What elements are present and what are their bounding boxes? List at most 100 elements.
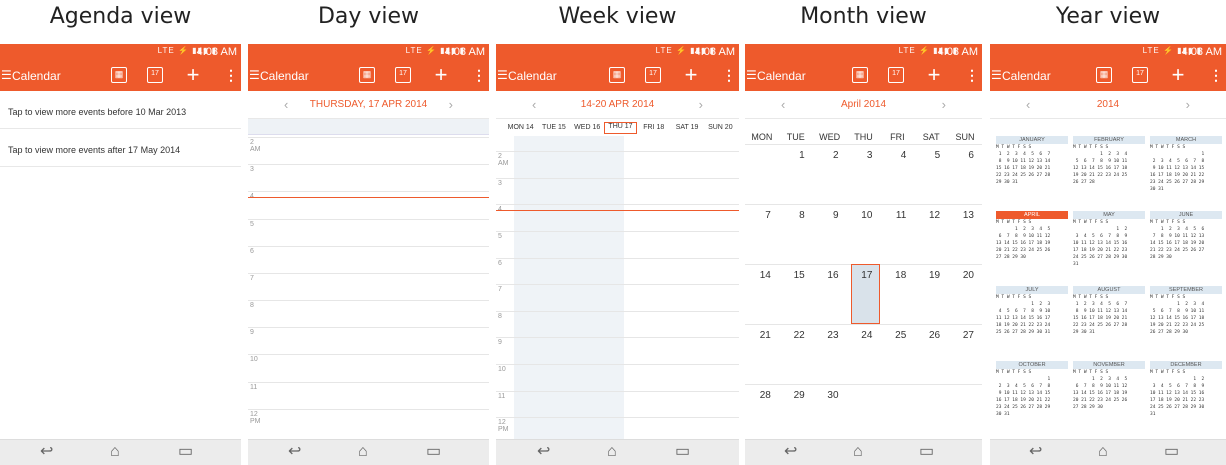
year-month-cell[interactable]: JULY M T W T F S S 1 2 3 4 5 6 7 8 9 10 1… — [996, 286, 1068, 366]
year-month-cell[interactable]: SEPTEMBER M T W T F S S 1 2 3 4 5 6 7 8 9… — [1150, 286, 1222, 366]
year-month-cell[interactable]: OCTOBER M T W T F S S 1 2 3 4 5 6 7 8 9 1… — [996, 361, 1068, 441]
week-day-label[interactable]: WED 16 — [571, 124, 604, 131]
month-day[interactable]: 9 — [813, 210, 839, 221]
week-day-label[interactable]: MON 14 — [504, 124, 537, 131]
year-month-cell[interactable]: MARCH M T W T F S S 1 2 3 4 5 6 7 8 9 10 … — [1150, 136, 1222, 216]
week-day-label[interactable]: SUN 20 — [704, 124, 737, 131]
overflow-menu-icon[interactable]: ⋮ — [1208, 67, 1224, 83]
month-day[interactable]: 7 — [745, 210, 771, 221]
view-switch-icon[interactable]: ▦ — [111, 67, 127, 83]
menu-icon[interactable]: ☰ — [497, 69, 508, 81]
back-button-icon[interactable]: ↩ — [40, 444, 53, 460]
month-day[interactable]: 19 — [914, 270, 940, 281]
week-day-label[interactable]: THU 17 — [603, 122, 638, 134]
month-day[interactable]: 25 — [880, 330, 906, 341]
back-button-icon[interactable]: ↩ — [288, 444, 301, 460]
back-button-icon[interactable]: ↩ — [537, 444, 550, 460]
add-event-icon[interactable]: + — [926, 64, 942, 86]
month-day[interactable]: 4 — [880, 150, 907, 161]
add-event-icon[interactable]: + — [433, 64, 449, 86]
recents-button-icon[interactable]: ▭ — [919, 444, 934, 460]
month-day[interactable]: 22 — [779, 330, 805, 341]
home-button-icon[interactable]: ⌂ — [607, 444, 617, 460]
month-day[interactable]: 16 — [813, 270, 838, 281]
month-day[interactable]: 11 — [880, 210, 906, 221]
month-day[interactable]: 13 — [948, 210, 974, 221]
month-name: OCTOBER — [996, 361, 1068, 369]
month-day[interactable]: 23 — [813, 330, 838, 341]
home-button-icon[interactable]: ⌂ — [110, 444, 120, 460]
year-month-cell[interactable]: DECEMBER M T W T F S S 1 2 3 4 5 6 7 8 9 … — [1150, 361, 1222, 441]
today-icon[interactable]: 17 — [395, 67, 411, 83]
month-day[interactable]: 15 — [779, 270, 805, 281]
menu-icon[interactable]: ☰ — [746, 69, 757, 81]
month-name: MAY — [1073, 211, 1145, 219]
year-month-cell[interactable]: APRIL M T W T F S S 1 2 3 4 5 6 7 8 9 10 … — [996, 211, 1068, 291]
view-switch-icon[interactable]: ▦ — [1096, 67, 1112, 83]
home-button-icon[interactable]: ⌂ — [358, 444, 368, 460]
add-event-icon[interactable]: + — [185, 64, 201, 86]
overflow-menu-icon[interactable]: ⋮ — [964, 67, 980, 83]
view-switch-icon[interactable]: ▦ — [359, 67, 375, 83]
recents-button-icon[interactable]: ▭ — [178, 444, 193, 460]
back-button-icon[interactable]: ↩ — [784, 444, 797, 460]
month-day[interactable]: 18 — [880, 270, 906, 281]
month-day[interactable]: 8 — [779, 210, 805, 221]
month-day[interactable]: 24 — [847, 330, 872, 341]
hour-label: 6 — [250, 247, 254, 255]
year-month-cell[interactable]: MAY M T W T F S S 1 2 3 4 5 6 7 8 9 10 11… — [1073, 211, 1145, 291]
week-day-label[interactable]: FRI 18 — [637, 124, 670, 131]
month-day[interactable]: 17 — [847, 270, 872, 281]
month-day[interactable]: 3 — [847, 150, 873, 161]
agenda-load-more[interactable]: Tap to view more events before 10 Mar 20… — [0, 91, 241, 129]
month-day[interactable]: 30 — [813, 390, 838, 401]
recents-button-icon[interactable]: ▭ — [1164, 444, 1179, 460]
year-month-cell[interactable]: FEBRUARY M T W T F S S 1 2 3 4 5 6 7 8 9 … — [1073, 136, 1145, 216]
add-event-icon[interactable]: + — [1170, 64, 1186, 86]
phone-screen: LTE ⚡ ▮▮▮ ▮ 4:08 AM ☰ Calendar ▦ 17 + ⋮ ↩ ⌂ ▭ ‹ › 201… — [990, 44, 1226, 465]
year-month-cell[interactable]: NOVEMBER M T W T F S S 1 2 3 4 5 6 7 8 9 … — [1073, 361, 1145, 441]
menu-icon[interactable]: ☰ — [249, 69, 260, 81]
overflow-menu-icon[interactable]: ⋮ — [721, 67, 737, 83]
week-day-label[interactable]: TUE 15 — [537, 124, 570, 131]
week-day-label[interactable]: SAT 19 — [670, 124, 703, 131]
today-icon[interactable]: 17 — [888, 67, 904, 83]
month-day[interactable]: 6 — [948, 150, 974, 161]
today-icon[interactable]: 17 — [645, 67, 661, 83]
add-event-icon[interactable]: + — [683, 64, 699, 86]
month-day[interactable]: 14 — [745, 270, 771, 281]
app-title: Calendar — [508, 69, 557, 83]
panel-year: Year view LTE ⚡ ▮▮▮ ▮ 4:08 AM ☰ Calendar ▦ 17 +… — [990, 0, 1226, 465]
year-month-cell[interactable]: AUGUST M T W T F S S 1 2 3 4 5 6 7 8 9 10… — [1073, 286, 1145, 366]
month-day[interactable]: 20 — [948, 270, 974, 281]
month-day[interactable]: 12 — [914, 210, 940, 221]
month-day[interactable]: 21 — [745, 330, 771, 341]
overflow-menu-icon[interactable]: ⋮ — [223, 67, 239, 83]
hour-row — [496, 417, 739, 419]
menu-icon[interactable]: ☰ — [1, 69, 12, 81]
home-button-icon[interactable]: ⌂ — [1098, 444, 1108, 460]
month-day[interactable]: 29 — [779, 390, 805, 401]
year-month-cell[interactable]: JANUARY M T W T F S S 1 2 3 4 5 6 7 8 9 1… — [996, 136, 1068, 216]
agenda-load-more[interactable]: Tap to view more events after 17 May 201… — [0, 129, 241, 167]
year-month-cell[interactable]: JUNE M T W T F S S 1 2 3 4 5 6 7 8 9 10 1… — [1150, 211, 1222, 291]
hour-row — [496, 204, 739, 206]
today-icon[interactable]: 17 — [1132, 67, 1148, 83]
recents-button-icon[interactable]: ▭ — [426, 444, 441, 460]
month-day[interactable]: 26 — [914, 330, 940, 341]
month-day[interactable]: 2 — [813, 150, 839, 161]
home-button-icon[interactable]: ⌂ — [853, 444, 863, 460]
hour-label: 7 — [250, 274, 254, 282]
back-button-icon[interactable]: ↩ — [1029, 444, 1042, 460]
view-switch-icon[interactable]: ▦ — [852, 67, 868, 83]
view-switch-icon[interactable]: ▦ — [609, 67, 625, 83]
overflow-menu-icon[interactable]: ⋮ — [471, 67, 487, 83]
month-day[interactable]: 10 — [847, 210, 872, 221]
month-day[interactable]: 28 — [745, 390, 771, 401]
month-day[interactable]: 5 — [914, 150, 941, 161]
menu-icon[interactable]: ☰ — [991, 69, 1002, 81]
today-icon[interactable]: 17 — [147, 67, 163, 83]
month-day[interactable]: 1 — [779, 150, 805, 161]
month-day[interactable]: 27 — [948, 330, 974, 341]
recents-button-icon[interactable]: ▭ — [675, 444, 690, 460]
